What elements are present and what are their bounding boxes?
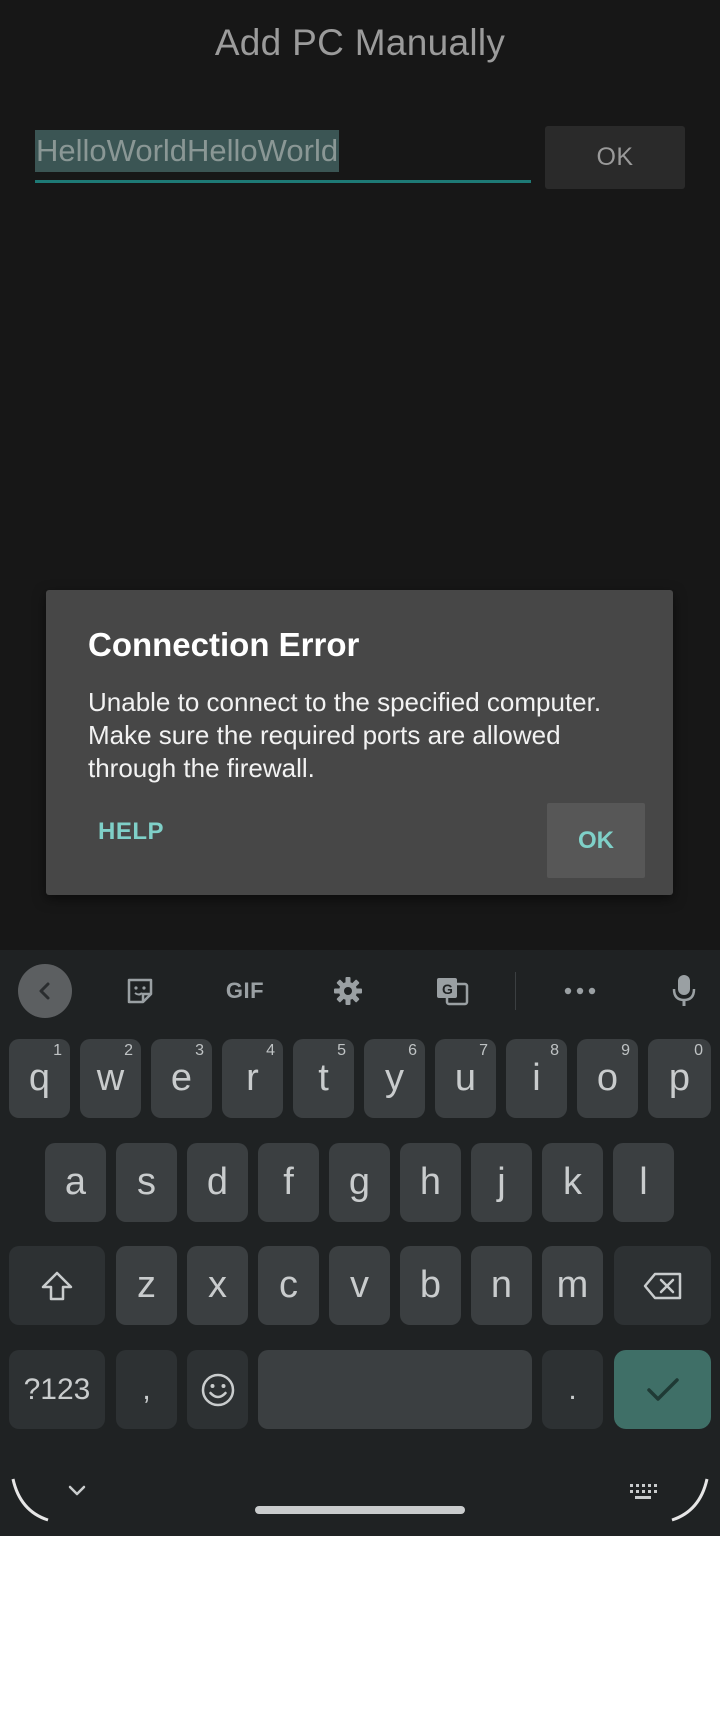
- checkmark-icon: [646, 1377, 679, 1401]
- key-a[interactable]: a: [45, 1143, 106, 1222]
- chevron-down-icon[interactable]: [66, 1484, 88, 1498]
- key-i[interactable]: i8: [506, 1039, 567, 1118]
- mic-icon[interactable]: [657, 964, 711, 1018]
- help-button[interactable]: HELP: [92, 802, 170, 862]
- key-label: i: [532, 1057, 541, 1099]
- host-input-selected-text: HelloWorldHelloWorld: [35, 130, 340, 172]
- host-input[interactable]: HelloWorldHelloWorld: [35, 130, 531, 183]
- key-h[interactable]: h: [400, 1143, 461, 1222]
- period-key[interactable]: .: [542, 1350, 603, 1429]
- key-u[interactable]: u7: [435, 1039, 496, 1118]
- key-label: o: [596, 1057, 619, 1099]
- key-label: e: [170, 1057, 193, 1099]
- key-hint: 8: [550, 1042, 559, 1059]
- keyboard-switch-icon[interactable]: [628, 1482, 658, 1502]
- key-p[interactable]: p0: [648, 1039, 711, 1118]
- key-k[interactable]: k: [542, 1143, 603, 1222]
- screen: Add PC Manually HelloWorldHelloWorld OK …: [0, 0, 720, 1536]
- space-key[interactable]: [258, 1350, 532, 1429]
- comma-label: ,: [142, 1372, 151, 1406]
- key-label: q: [28, 1057, 51, 1099]
- comma-key[interactable]: ,: [116, 1350, 177, 1429]
- key-label: p: [668, 1057, 691, 1099]
- key-hint: 4: [266, 1042, 275, 1059]
- key-r[interactable]: r4: [222, 1039, 283, 1118]
- key-t[interactable]: t5: [293, 1039, 354, 1118]
- key-d[interactable]: d: [187, 1143, 248, 1222]
- key-w[interactable]: w2: [80, 1039, 141, 1118]
- more-icon[interactable]: [553, 964, 607, 1018]
- translate-icon[interactable]: G: [425, 964, 479, 1018]
- key-hint: 9: [621, 1042, 630, 1059]
- key-e[interactable]: e3: [151, 1039, 212, 1118]
- key-hint: 1: [53, 1042, 62, 1059]
- key-label: t: [318, 1057, 329, 1099]
- symbols-label: ?123: [23, 1372, 91, 1406]
- connection-error-dialog: Connection Error Unable to connect to th…: [46, 590, 673, 895]
- key-label: r: [246, 1057, 259, 1099]
- key-hint: 2: [124, 1042, 133, 1059]
- dialog-ok-button[interactable]: OK: [547, 803, 645, 878]
- keyboard-toolbar: GIF G: [0, 950, 720, 1030]
- key-c[interactable]: c: [258, 1246, 319, 1325]
- gif-label: GIF: [225, 978, 265, 1003]
- key-hint: 7: [479, 1042, 488, 1059]
- backspace-icon: [643, 1272, 681, 1299]
- key-b[interactable]: b: [400, 1246, 461, 1325]
- dialog-message: Unable to connect to the specified compu…: [88, 687, 602, 783]
- key-g[interactable]: g: [329, 1143, 390, 1222]
- key-y[interactable]: y6: [364, 1039, 425, 1118]
- enter-key[interactable]: [614, 1350, 711, 1429]
- key-hint: 5: [337, 1042, 346, 1059]
- settings-icon[interactable]: [321, 964, 375, 1018]
- keyboard: GIF G q1 w2 e3 r4 t5 y6 u7 i8 o9 p0 a s …: [0, 950, 720, 1536]
- key-x[interactable]: x: [187, 1246, 248, 1325]
- key-label: w: [96, 1057, 125, 1099]
- emoji-key[interactable]: [187, 1350, 248, 1429]
- page-title: Add PC Manually: [214, 22, 506, 63]
- key-f[interactable]: f: [258, 1143, 319, 1222]
- home-gesture-handle[interactable]: [255, 1506, 465, 1514]
- gif-icon[interactable]: GIF: [215, 964, 275, 1018]
- toolbar-divider: [515, 972, 516, 1010]
- emoji-icon: [201, 1373, 234, 1406]
- navigation-bar: [0, 1456, 720, 1536]
- key-hint: 3: [195, 1042, 204, 1059]
- symbols-key[interactable]: ?123: [9, 1350, 105, 1429]
- add-pc-ok-button[interactable]: OK: [545, 126, 685, 189]
- shift-key[interactable]: [9, 1246, 105, 1325]
- rounded-corner-left-icon: [11, 1478, 49, 1522]
- key-label: y: [385, 1057, 404, 1099]
- rounded-corner-right-icon: [671, 1478, 709, 1522]
- sticker-icon[interactable]: [113, 964, 167, 1018]
- key-l[interactable]: l: [613, 1143, 674, 1222]
- key-q[interactable]: q1: [9, 1039, 70, 1118]
- shift-icon: [41, 1271, 73, 1300]
- key-o[interactable]: o9: [577, 1039, 638, 1118]
- period-label: .: [568, 1372, 577, 1406]
- key-j[interactable]: j: [471, 1143, 532, 1222]
- key-label: u: [454, 1057, 477, 1099]
- backspace-key[interactable]: [614, 1246, 711, 1325]
- key-s[interactable]: s: [116, 1143, 177, 1222]
- key-hint: 6: [408, 1042, 417, 1059]
- key-n[interactable]: n: [471, 1246, 532, 1325]
- key-v[interactable]: v: [329, 1246, 390, 1325]
- key-z[interactable]: z: [116, 1246, 177, 1325]
- dialog-title: Connection Error: [88, 626, 360, 663]
- key-hint: 0: [694, 1042, 703, 1059]
- svg-text:G: G: [442, 981, 453, 997]
- back-icon[interactable]: [18, 964, 72, 1018]
- key-m[interactable]: m: [542, 1246, 603, 1325]
